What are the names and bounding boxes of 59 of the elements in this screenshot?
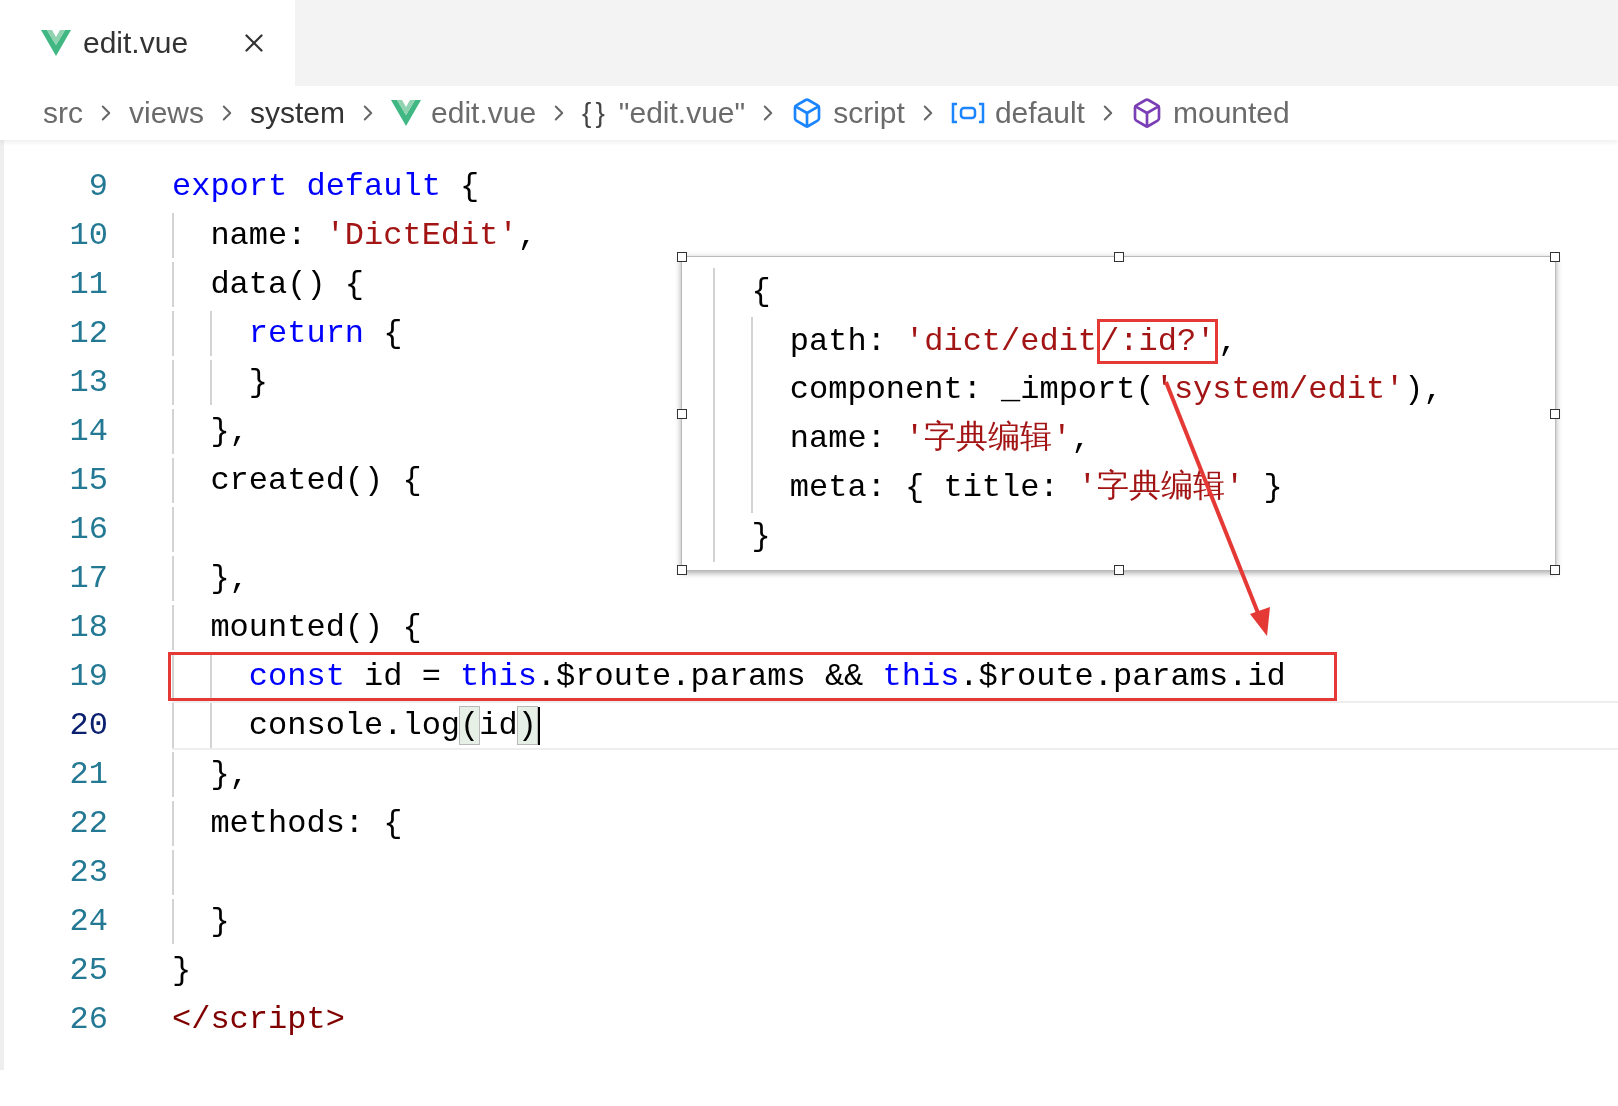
- line-number: 22: [68, 805, 108, 842]
- line-number: 23: [68, 854, 108, 891]
- breadcrumb-item[interactable]: script: [791, 96, 905, 130]
- resize-handle[interactable]: [1550, 565, 1560, 575]
- resize-handle[interactable]: [1113, 565, 1124, 575]
- code-line: methods: {: [209, 805, 403, 842]
- code-line: mounted() {: [209, 609, 422, 646]
- vue-logo-icon: [391, 100, 422, 126]
- code-line: name: '字典编辑',: [788, 420, 1091, 459]
- breadcrumb-item[interactable]: {} "edit.vue": [582, 96, 746, 130]
- line-number: 15: [68, 462, 108, 499]
- resize-handle[interactable]: [677, 252, 687, 262]
- resize-handle[interactable]: [1550, 252, 1560, 262]
- line-number: 25: [68, 952, 108, 989]
- code-line: </script>: [172, 1001, 345, 1038]
- code-line: }: [172, 952, 192, 989]
- field-icon: [950, 101, 985, 125]
- breadcrumb-item[interactable]: views: [129, 96, 204, 130]
- line-number: 21: [68, 756, 108, 793]
- code-line: name: 'DictEdit',: [209, 217, 537, 254]
- line-number: 20: [68, 707, 108, 744]
- resize-handle[interactable]: [1113, 252, 1124, 262]
- resize-handle[interactable]: [677, 408, 687, 419]
- line-number: 18: [68, 609, 108, 646]
- code-line: data() {: [209, 266, 365, 303]
- code-line: }: [750, 518, 771, 557]
- breadcrumb-item[interactable]: mounted: [1130, 96, 1290, 130]
- breadcrumb-item[interactable]: edit.vue: [391, 96, 537, 130]
- line-number: 12: [68, 315, 108, 352]
- resize-handle[interactable]: [677, 565, 687, 575]
- code-line: },: [209, 560, 249, 597]
- code-line: },: [209, 413, 249, 450]
- resize-handle[interactable]: [1550, 408, 1560, 419]
- code-line: path: 'dict/edit/:id?',: [713, 318, 1238, 365]
- tab-label: edit.vue: [83, 26, 189, 60]
- code-line: }: [247, 364, 268, 401]
- breadcrumb-item[interactable]: src: [43, 96, 83, 130]
- line-number: 17: [68, 560, 108, 597]
- line-number: 11: [68, 266, 108, 303]
- code-line: },: [209, 756, 249, 793]
- code-line: export default {: [172, 168, 480, 205]
- line-number: 14: [68, 413, 108, 450]
- line-number: 26: [68, 1001, 108, 1038]
- line-number: 24: [68, 903, 108, 940]
- code-line: created() {: [209, 462, 422, 499]
- line-number: 10: [68, 217, 108, 254]
- breadcrumb-item[interactable]: default: [950, 96, 1085, 130]
- line-number: 16: [68, 511, 108, 548]
- code-line: return {: [247, 315, 403, 352]
- breadcrumb-item[interactable]: system: [250, 96, 346, 130]
- editor-tab[interactable]: edit.vue: [0, 0, 295, 86]
- line-number: 19: [68, 658, 108, 695]
- line-number: 13: [68, 364, 108, 401]
- code-line: {: [750, 273, 771, 312]
- code-line: }: [209, 903, 230, 940]
- code-line: console.log(id): [247, 707, 537, 744]
- line-number: 9: [87, 168, 108, 205]
- vue-logo-icon: [41, 30, 71, 56]
- braces-icon: {}: [582, 97, 609, 129]
